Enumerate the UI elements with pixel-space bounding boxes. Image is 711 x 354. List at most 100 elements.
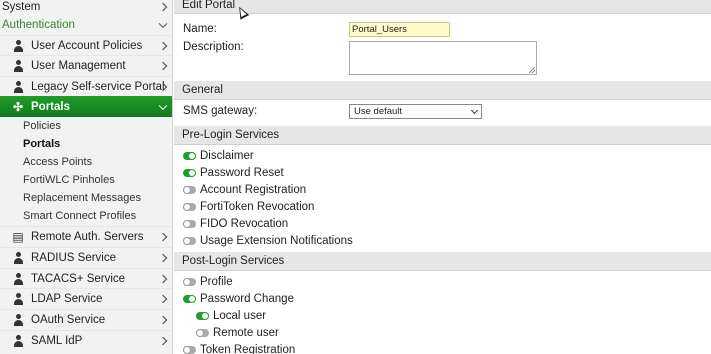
user-icon <box>11 292 25 306</box>
name-input[interactable] <box>349 22 450 37</box>
sms-gateway-value: Use default <box>354 106 403 117</box>
sidebar-subitem-fortiwlc-pinholes[interactable]: FortiWLC Pinholes <box>0 171 172 189</box>
sms-gateway-select[interactable]: Use default <box>349 104 482 119</box>
chevron-right-icon <box>158 232 168 242</box>
edit-portal-panel: Edit Portal Name: Description: General S… <box>174 0 711 354</box>
toggle-switch[interactable] <box>183 151 196 160</box>
toggle-row-disclaimer[interactable]: Disclaimer <box>183 147 254 164</box>
chevron-down-icon <box>158 19 168 28</box>
section-header-post-login: Post-Login Services <box>174 252 711 271</box>
sidebar-item-user-account-policies[interactable]: User Account Policies <box>0 35 172 56</box>
toggle-row-usage-extension-notifications[interactable]: Usage Extension Notifications <box>183 232 353 249</box>
toggle-label: Token Registration <box>200 343 296 354</box>
sidebar-item-label: FortiWLC Pinholes <box>23 174 115 186</box>
toggle-label: Local user <box>213 309 267 322</box>
sidebar-item-label: RADIUS Service <box>31 252 116 264</box>
toggle-label: FIDO Revocation <box>200 217 289 230</box>
user-gear-icon <box>11 272 25 286</box>
sidebar-item-label: Access Points <box>23 156 93 168</box>
user-icon <box>11 334 25 348</box>
user-gear-icon <box>11 80 25 94</box>
sidebar-item-label: System <box>2 0 41 13</box>
description-label: Description: <box>183 41 244 53</box>
name-label: Name: <box>183 23 217 35</box>
toggle-row-password-change[interactable]: Password Change <box>183 290 294 307</box>
user-lock-icon <box>11 39 25 53</box>
toggle-label: Password Reset <box>200 166 284 179</box>
chevron-right-icon <box>158 336 168 346</box>
toggle-switch[interactable] <box>196 311 209 320</box>
sidebar-item-label: Policies <box>23 120 61 132</box>
sidebar-item-label: Smart Connect Profiles <box>23 210 137 222</box>
toggle-switch[interactable] <box>183 202 196 211</box>
sidebar-item-saml-idp[interactable]: SAML IdP <box>0 330 172 351</box>
chevron-right-icon <box>158 294 168 304</box>
toggle-switch[interactable] <box>183 185 196 194</box>
chevron-right-icon <box>158 41 168 51</box>
sidebar-subitem-access-points[interactable]: Access Points <box>0 153 172 171</box>
server-icon: ▤ <box>12 230 24 244</box>
user-gear-icon <box>11 251 25 265</box>
sidebar-subitem-replacement-messages[interactable]: Replacement Messages <box>0 189 172 207</box>
toggle-label: Password Change <box>200 292 294 305</box>
toggle-row-password-reset[interactable]: Password Reset <box>183 164 284 181</box>
sidebar-item-radius-service[interactable]: RADIUS Service <box>0 247 172 268</box>
sidebar-item-oauth-service[interactable]: OAuth Service <box>0 309 172 330</box>
chevron-right-icon <box>158 253 168 263</box>
chevron-down-icon <box>158 101 168 110</box>
chevron-right-icon <box>158 315 168 325</box>
sidebar-item-label: OAuth Service <box>31 314 106 326</box>
toggle-row-token-registration[interactable]: Token Registration <box>183 341 295 354</box>
toggle-label: Usage Extension Notifications <box>200 234 353 247</box>
sidebar-item-label: User Account Policies <box>31 40 143 52</box>
chevron-right-icon <box>158 2 168 11</box>
portal-icon: ✣ <box>12 99 24 114</box>
sidebar-item-user-management[interactable]: User Management <box>0 55 172 76</box>
sidebar-item-legacy-self-service-portal[interactable]: Legacy Self-service Portal <box>0 76 172 97</box>
sidebar-item-remote-auth-servers[interactable]: ▤ Remote Auth. Servers <box>0 226 172 247</box>
toggle-row-fortitoken-revocation[interactable]: FortiToken Revocation <box>183 198 314 215</box>
sidebar-item-label: Remote Auth. Servers <box>31 231 144 243</box>
toggle-label: Remote user <box>213 326 279 339</box>
sidebar-item-label: SAML IdP <box>31 335 83 347</box>
toggle-row-account-registration[interactable]: Account Registration <box>183 181 306 198</box>
sidebar-subitem-policies[interactable]: Policies <box>0 117 172 135</box>
sidebar-item-label: Legacy Self-service Portal <box>31 81 165 93</box>
toggle-switch[interactable] <box>183 345 196 354</box>
sidebar-item-label: Replacement Messages <box>23 192 142 204</box>
toggle-switch[interactable] <box>183 277 196 286</box>
toggle-switch[interactable] <box>196 328 209 337</box>
sidebar-item-authentication[interactable]: Authentication <box>0 14 172 35</box>
sidebar-item-label: TACACS+ Service <box>31 273 126 285</box>
sms-gateway-label: SMS gateway: <box>183 105 258 117</box>
sidebar-item-label: Portals <box>31 100 70 113</box>
toggle-row-remote-user[interactable]: Remote user <box>196 324 279 341</box>
toggle-switch[interactable] <box>183 294 196 303</box>
sidebar-item-ldap-service[interactable]: LDAP Service <box>0 288 172 309</box>
chevron-down-icon <box>470 106 479 115</box>
chevron-right-icon <box>158 274 168 284</box>
toggle-switch[interactable] <box>183 219 196 228</box>
toggle-label: FortiToken Revocation <box>200 200 315 213</box>
toggle-label: Disclaimer <box>200 149 254 162</box>
toggle-row-local-user[interactable]: Local user <box>196 307 266 324</box>
description-textarea[interactable] <box>349 41 537 75</box>
sidebar-item-label: Authentication <box>2 18 75 31</box>
sidebar-item-label: LDAP Service <box>31 293 103 305</box>
resize-grip-icon[interactable] <box>529 67 535 73</box>
user-lock-icon <box>11 313 25 327</box>
toggle-switch[interactable] <box>183 168 196 177</box>
toggle-label: Account Registration <box>200 183 307 196</box>
toggle-switch[interactable] <box>183 236 196 245</box>
sidebar-item-label: Portals <box>23 138 61 150</box>
sidebar-item-tacacs-service[interactable]: TACACS+ Service <box>0 268 172 289</box>
page-title: Edit Portal <box>174 0 711 14</box>
toggle-row-fido-revocation[interactable]: FIDO Revocation <box>183 215 288 232</box>
sidebar-subitem-smart-connect-profiles[interactable]: Smart Connect Profiles <box>0 207 172 225</box>
chevron-right-icon <box>158 61 168 71</box>
sidebar-item-portals[interactable]: ✣ Portals <box>0 96 172 117</box>
toggle-row-profile[interactable]: Profile <box>183 273 233 290</box>
section-header-general: General <box>174 81 711 100</box>
user-gear-icon <box>11 59 25 73</box>
sidebar-subitem-portals[interactable]: Portals <box>0 135 172 153</box>
